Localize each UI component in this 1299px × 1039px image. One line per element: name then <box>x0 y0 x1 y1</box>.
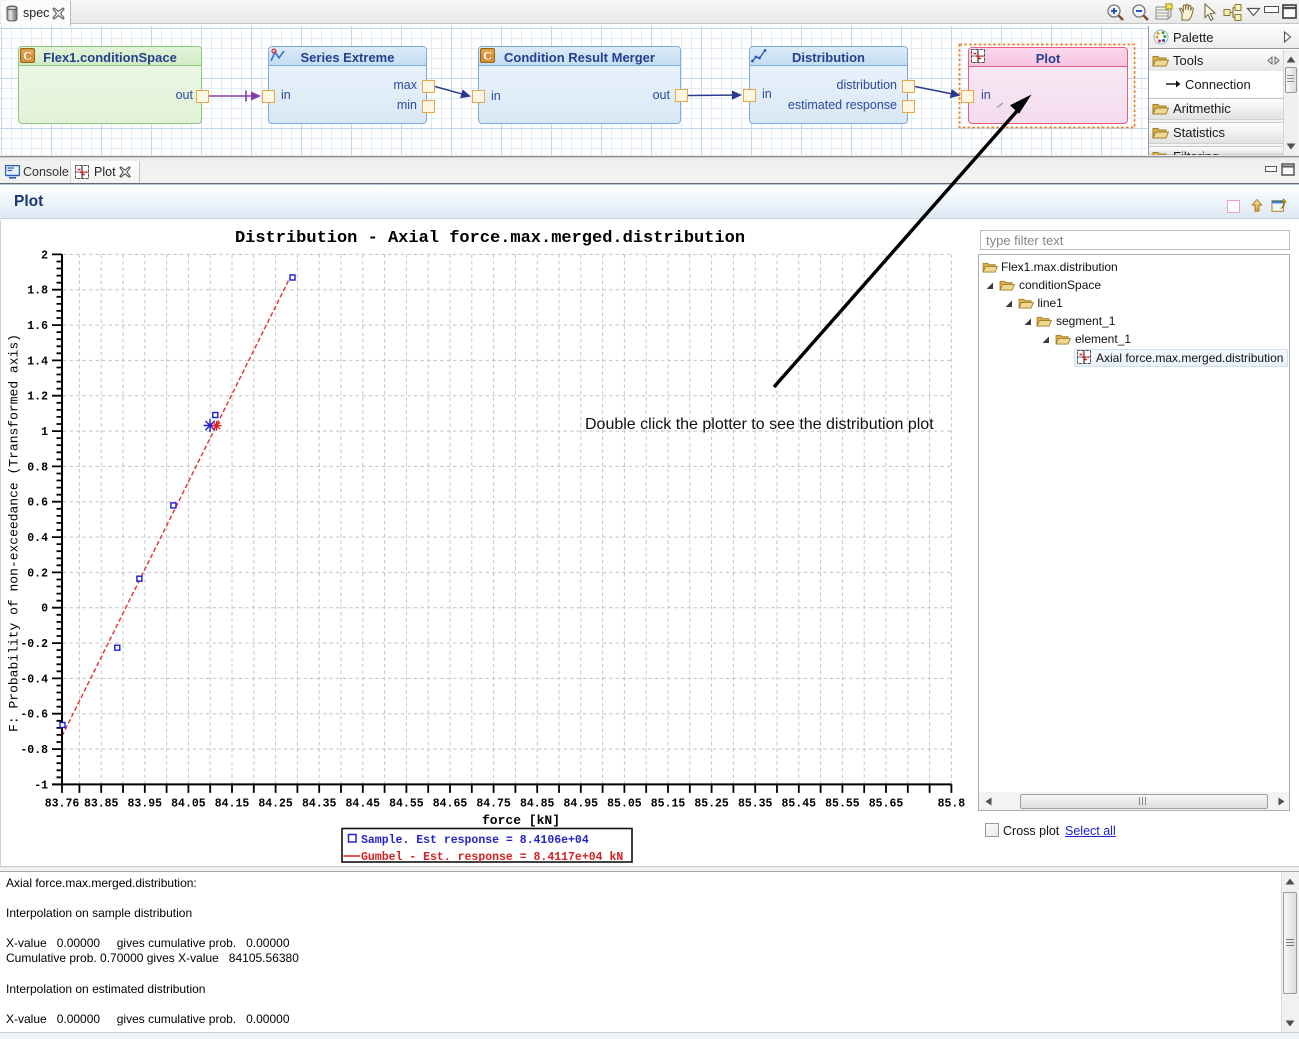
svg-text:0: 0 <box>41 603 48 616</box>
svg-text:85.15: 85.15 <box>651 798 686 811</box>
svg-text:0.4: 0.4 <box>27 532 48 545</box>
svg-text:83.85: 83.85 <box>84 798 119 811</box>
svg-text:-0.4: -0.4 <box>20 673 48 686</box>
svg-text:1: 1 <box>41 426 48 439</box>
svg-text:F: Probability of non-exceedan: F: Probability of non-exceedance (Transf… <box>7 334 22 732</box>
svg-text:84.05: 84.05 <box>171 798 206 811</box>
svg-text:85.05: 85.05 <box>607 798 642 811</box>
svg-text:1.2: 1.2 <box>27 391 48 404</box>
svg-text:84.65: 84.65 <box>433 798 468 811</box>
svg-text:83.76: 83.76 <box>45 798 80 811</box>
svg-text:Distribution - Axial force.max: Distribution - Axial force.max.merged.di… <box>235 229 745 248</box>
svg-text:2: 2 <box>41 249 48 262</box>
svg-text:1.6: 1.6 <box>27 320 48 333</box>
svg-text:85.45: 85.45 <box>782 798 817 811</box>
svg-text:0.8: 0.8 <box>27 461 48 474</box>
svg-text:84.45: 84.45 <box>346 798 381 811</box>
svg-text:85.55: 85.55 <box>825 798 860 811</box>
svg-text:85.65: 85.65 <box>869 798 904 811</box>
svg-text:-1: -1 <box>34 779 48 792</box>
svg-text:84.95: 84.95 <box>564 798 599 811</box>
svg-text:force [kN]: force [kN] <box>482 813 560 828</box>
svg-text:84.85: 84.85 <box>520 798 555 811</box>
svg-text:84.35: 84.35 <box>302 798 337 811</box>
svg-text:0.6: 0.6 <box>27 497 48 510</box>
svg-text:84.15: 84.15 <box>215 798 250 811</box>
svg-text:Sample. Est response = 8.4106e: Sample. Est response = 8.4106e+04 <box>361 834 589 847</box>
svg-text:-0.2: -0.2 <box>20 638 48 651</box>
svg-text:83.95: 83.95 <box>128 798 163 811</box>
svg-text:-0.8: -0.8 <box>20 744 48 757</box>
svg-text:1.8: 1.8 <box>27 285 48 298</box>
svg-text:85.35: 85.35 <box>738 798 773 811</box>
svg-text:84.55: 84.55 <box>389 798 424 811</box>
svg-text:85.25: 85.25 <box>694 798 729 811</box>
svg-text:85.8: 85.8 <box>938 798 966 811</box>
svg-text:1.4: 1.4 <box>27 355 48 368</box>
svg-text:0.2: 0.2 <box>27 567 48 580</box>
svg-text:84.75: 84.75 <box>476 798 511 811</box>
svg-text:Gumbel - Est. response = 8.411: Gumbel - Est. response = 8.4117e+04 kN <box>361 851 623 864</box>
svg-text:-0.6: -0.6 <box>20 709 48 722</box>
svg-text:84.25: 84.25 <box>258 798 293 811</box>
